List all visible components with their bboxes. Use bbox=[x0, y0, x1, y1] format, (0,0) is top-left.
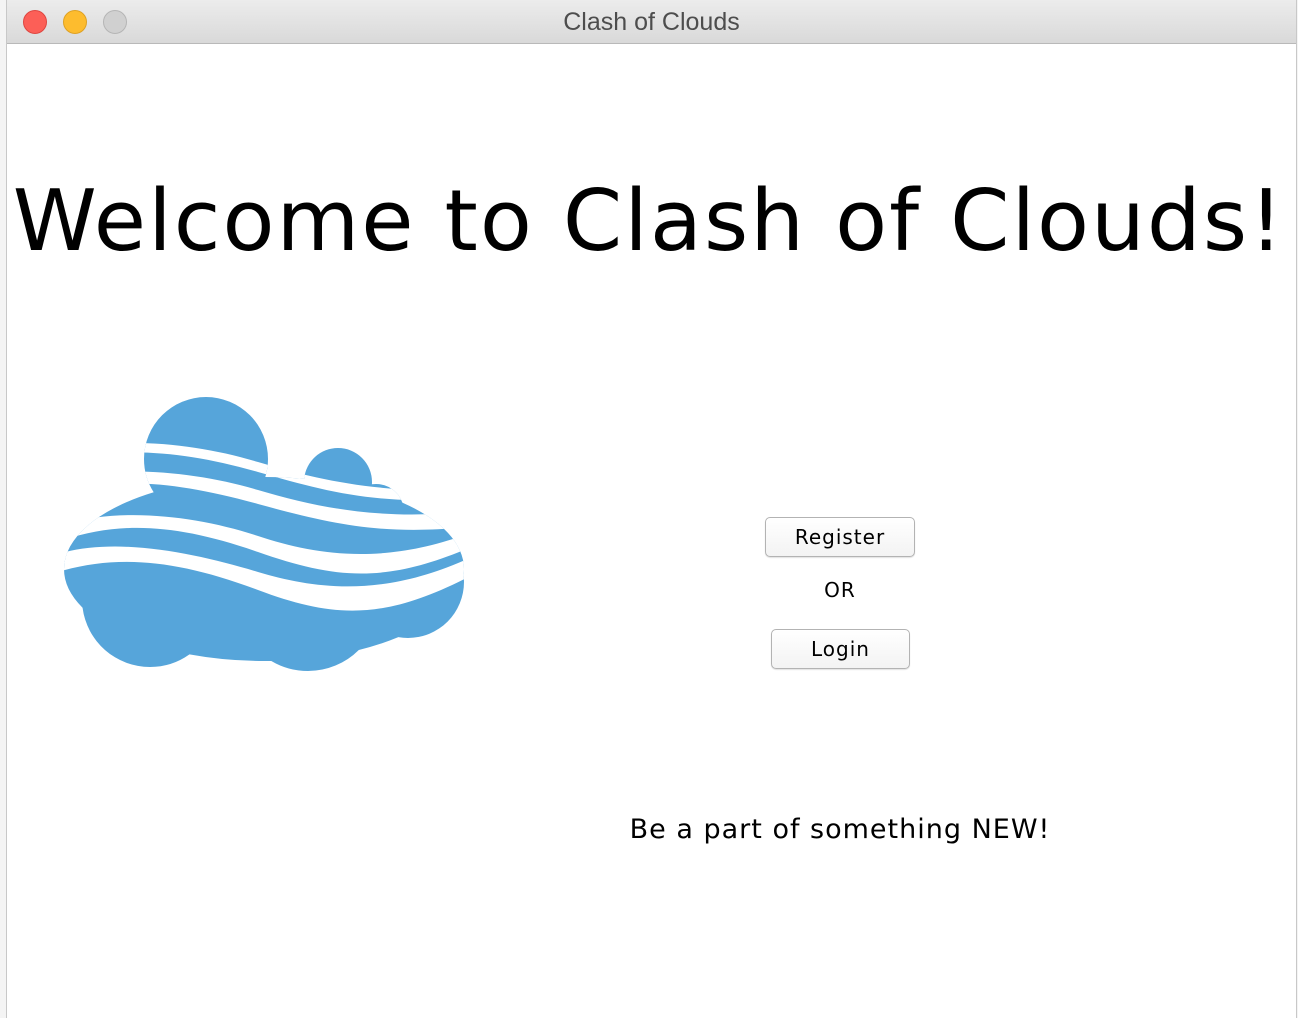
cloud-logo-icon bbox=[64, 397, 464, 671]
window-title: Clash of Clouds bbox=[563, 8, 740, 36]
title-bar[interactable]: Clash of Clouds bbox=[7, 0, 1296, 44]
or-label: OR bbox=[824, 578, 856, 602]
welcome-heading: Welcome to Clash of Clouds! bbox=[12, 172, 1286, 271]
register-button[interactable]: Register bbox=[765, 517, 915, 557]
tagline: Be a part of something NEW! bbox=[629, 814, 1051, 845]
login-button[interactable]: Login bbox=[771, 629, 910, 669]
